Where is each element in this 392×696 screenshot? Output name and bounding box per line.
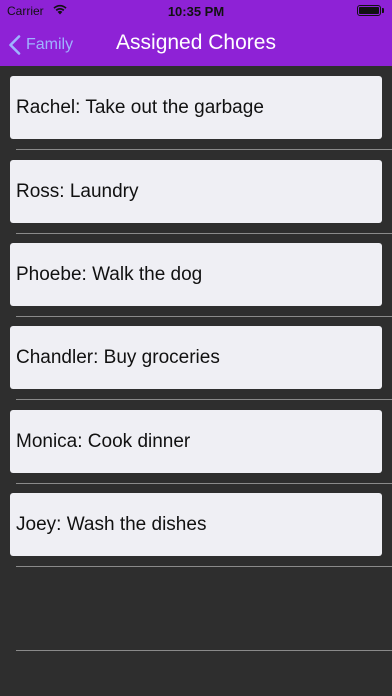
chore-card[interactable]: Rachel: Take out the garbage [10,76,382,139]
empty-row-separator [16,650,392,651]
list-item: Ross: Laundry [0,150,392,233]
chore-label: Joey: Wash the dishes [16,513,207,535]
battery-tip [382,8,384,13]
chore-label: Chandler: Buy groceries [16,346,220,368]
clock: 10:35 PM [167,4,225,19]
chore-card[interactable]: Chandler: Buy groceries [10,326,382,389]
page-title: Assigned Chores [116,31,276,54]
chore-card[interactable]: Ross: Laundry [10,160,382,223]
chore-label: Phoebe: Walk the dog [16,263,203,285]
chore-card[interactable]: Joey: Wash the dishes [10,493,382,556]
chore-label: Monica: Cook dinner [16,430,191,452]
list-item: Monica: Cook dinner [0,400,392,483]
list-item: Phoebe: Walk the dog [0,233,392,316]
list-item: Joey: Wash the dishes [0,483,392,566]
battery-icon [357,5,381,16]
row-separator [16,566,392,567]
chore-card[interactable]: Phoebe: Walk the dog [10,243,382,306]
navigation-bar: Family Assigned Chores [0,22,392,66]
status-bar: Carrier 10:35 PM [0,0,392,22]
list-item: Rachel: Take out the garbage [0,66,392,149]
battery-level [359,7,379,14]
top-bar: Carrier 10:35 PM Family Assigned Chores [0,0,392,66]
chore-label: Ross: Laundry [16,180,139,202]
screen: Carrier 10:35 PM Family Assigned Chores [0,0,392,696]
chore-list[interactable]: Rachel: Take out the garbage Ross: Laund… [0,66,392,696]
list-item: Chandler: Buy groceries [0,316,392,399]
chore-card[interactable]: Monica: Cook dinner [10,410,382,473]
chore-label: Rachel: Take out the garbage [16,96,264,118]
